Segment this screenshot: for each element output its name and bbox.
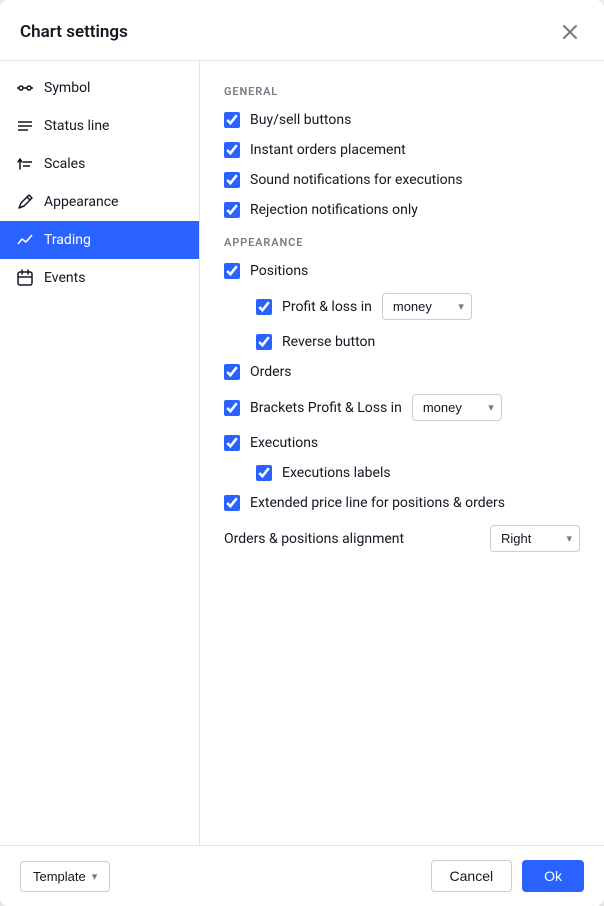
rejection-notif-text: Rejection notifications only: [250, 202, 418, 218]
extended-price-label[interactable]: Extended price line for positions & orde…: [224, 495, 580, 511]
appearance-section: APPEARANCE Positions Profit & loss in: [224, 236, 580, 552]
extended-price-text: Extended price line for positions & orde…: [250, 495, 505, 511]
positions-checkbox[interactable]: [224, 263, 240, 279]
executions-labels-text: Executions labels: [282, 465, 391, 481]
brackets-checkbox[interactable]: [224, 400, 240, 416]
instant-orders-label[interactable]: Instant orders placement: [224, 142, 580, 158]
rejection-notif-row: Rejection notifications only: [224, 202, 580, 218]
scales-icon: [16, 155, 34, 173]
rejection-notif-label[interactable]: Rejection notifications only: [224, 202, 580, 218]
positions-label[interactable]: Positions: [224, 263, 580, 279]
profit-loss-checkbox[interactable]: [256, 299, 272, 315]
executions-label[interactable]: Executions: [224, 435, 580, 451]
executions-checkbox[interactable]: [224, 435, 240, 451]
buy-sell-text: Buy/sell buttons: [250, 112, 351, 128]
template-chevron-icon: ▾: [92, 870, 98, 883]
executions-labels-row: Executions labels: [256, 465, 580, 481]
main-content: GENERAL Buy/sell buttons Instant orders …: [200, 61, 604, 845]
sidebar-item-symbol-label: Symbol: [44, 80, 90, 96]
instant-orders-row: Instant orders placement: [224, 142, 580, 158]
dialog-header: Chart settings: [0, 0, 604, 61]
orders-text: Orders: [250, 364, 292, 380]
sidebar: Symbol Status line: [0, 61, 200, 845]
orders-row: Orders: [224, 364, 580, 380]
reverse-button-label[interactable]: Reverse button: [256, 334, 580, 350]
alignment-select[interactable]: Right Left: [490, 525, 580, 552]
alignment-label: Orders & positions alignment: [224, 531, 480, 547]
sound-notif-row: Sound notifications for executions: [224, 172, 580, 188]
profit-loss-label-wrap[interactable]: Profit & loss in: [256, 299, 372, 315]
chart-settings-dialog: Chart settings: [0, 0, 604, 906]
buy-sell-label[interactable]: Buy/sell buttons: [224, 112, 580, 128]
brackets-text: Brackets Profit & Loss in: [250, 400, 402, 416]
appearance-icon: [16, 193, 34, 211]
instant-orders-text: Instant orders placement: [250, 142, 406, 158]
alignment-select-wrap: Right Left ▾: [490, 525, 580, 552]
orders-checkbox[interactable]: [224, 364, 240, 380]
cancel-button[interactable]: Cancel: [431, 860, 513, 892]
rejection-notif-checkbox[interactable]: [224, 202, 240, 218]
extended-price-row: Extended price line for positions & orde…: [224, 495, 580, 511]
close-button[interactable]: [556, 18, 584, 46]
executions-row: Executions: [224, 435, 580, 451]
sound-notif-checkbox[interactable]: [224, 172, 240, 188]
dialog-footer: Template ▾ Cancel Ok: [0, 845, 604, 906]
executions-labels-checkbox[interactable]: [256, 465, 272, 481]
ok-button[interactable]: Ok: [522, 860, 584, 892]
sidebar-item-trading-label: Trading: [44, 232, 91, 248]
alignment-row: Orders & positions alignment Right Left …: [224, 525, 580, 552]
sound-notif-label[interactable]: Sound notifications for executions: [224, 172, 580, 188]
instant-orders-checkbox[interactable]: [224, 142, 240, 158]
dialog-title: Chart settings: [20, 22, 128, 42]
close-icon: [562, 24, 578, 40]
brackets-select[interactable]: money percent ticks: [412, 394, 502, 421]
brackets-row: Brackets Profit & Loss in money percent …: [224, 394, 580, 421]
positions-row: Positions: [224, 263, 580, 279]
sidebar-item-scales[interactable]: Scales: [0, 145, 199, 183]
sidebar-item-appearance-label: Appearance: [44, 194, 118, 210]
reverse-button-text: Reverse button: [282, 334, 375, 350]
extended-price-checkbox[interactable]: [224, 495, 240, 511]
symbol-icon: [16, 79, 34, 97]
reverse-button-row: Reverse button: [256, 334, 580, 350]
footer-actions: Cancel Ok: [431, 860, 584, 892]
sidebar-item-events[interactable]: Events: [0, 259, 199, 297]
profit-loss-text: Profit & loss in: [282, 299, 372, 315]
executions-text: Executions: [250, 435, 318, 451]
reverse-button-checkbox[interactable]: [256, 334, 272, 350]
profit-loss-row: Profit & loss in money percent ticks ▾: [256, 293, 580, 320]
events-icon: [16, 269, 34, 287]
sidebar-item-events-label: Events: [44, 270, 85, 286]
orders-label[interactable]: Orders: [224, 364, 580, 380]
sidebar-item-status-line-label: Status line: [44, 118, 109, 134]
trading-icon: [16, 231, 34, 249]
buy-sell-row: Buy/sell buttons: [224, 112, 580, 128]
sound-notif-text: Sound notifications for executions: [250, 172, 463, 188]
appearance-section-label: APPEARANCE: [224, 236, 580, 249]
sidebar-item-appearance[interactable]: Appearance: [0, 183, 199, 221]
executions-labels-label[interactable]: Executions labels: [256, 465, 580, 481]
profit-loss-select[interactable]: money percent ticks: [382, 293, 472, 320]
sidebar-item-trading[interactable]: Trading: [0, 221, 199, 259]
sidebar-item-scales-label: Scales: [44, 156, 85, 172]
profit-loss-select-wrap: money percent ticks ▾: [382, 293, 472, 320]
brackets-select-wrap: money percent ticks ▾: [412, 394, 502, 421]
sidebar-item-status-line[interactable]: Status line: [0, 107, 199, 145]
template-button[interactable]: Template ▾: [20, 861, 110, 892]
general-section-label: GENERAL: [224, 85, 580, 98]
template-button-label: Template: [33, 869, 86, 884]
brackets-label-wrap[interactable]: Brackets Profit & Loss in: [224, 400, 402, 416]
positions-text: Positions: [250, 263, 308, 279]
status-line-icon: [16, 117, 34, 135]
buy-sell-checkbox[interactable]: [224, 112, 240, 128]
sidebar-item-symbol[interactable]: Symbol: [0, 69, 199, 107]
dialog-body: Symbol Status line: [0, 61, 604, 845]
